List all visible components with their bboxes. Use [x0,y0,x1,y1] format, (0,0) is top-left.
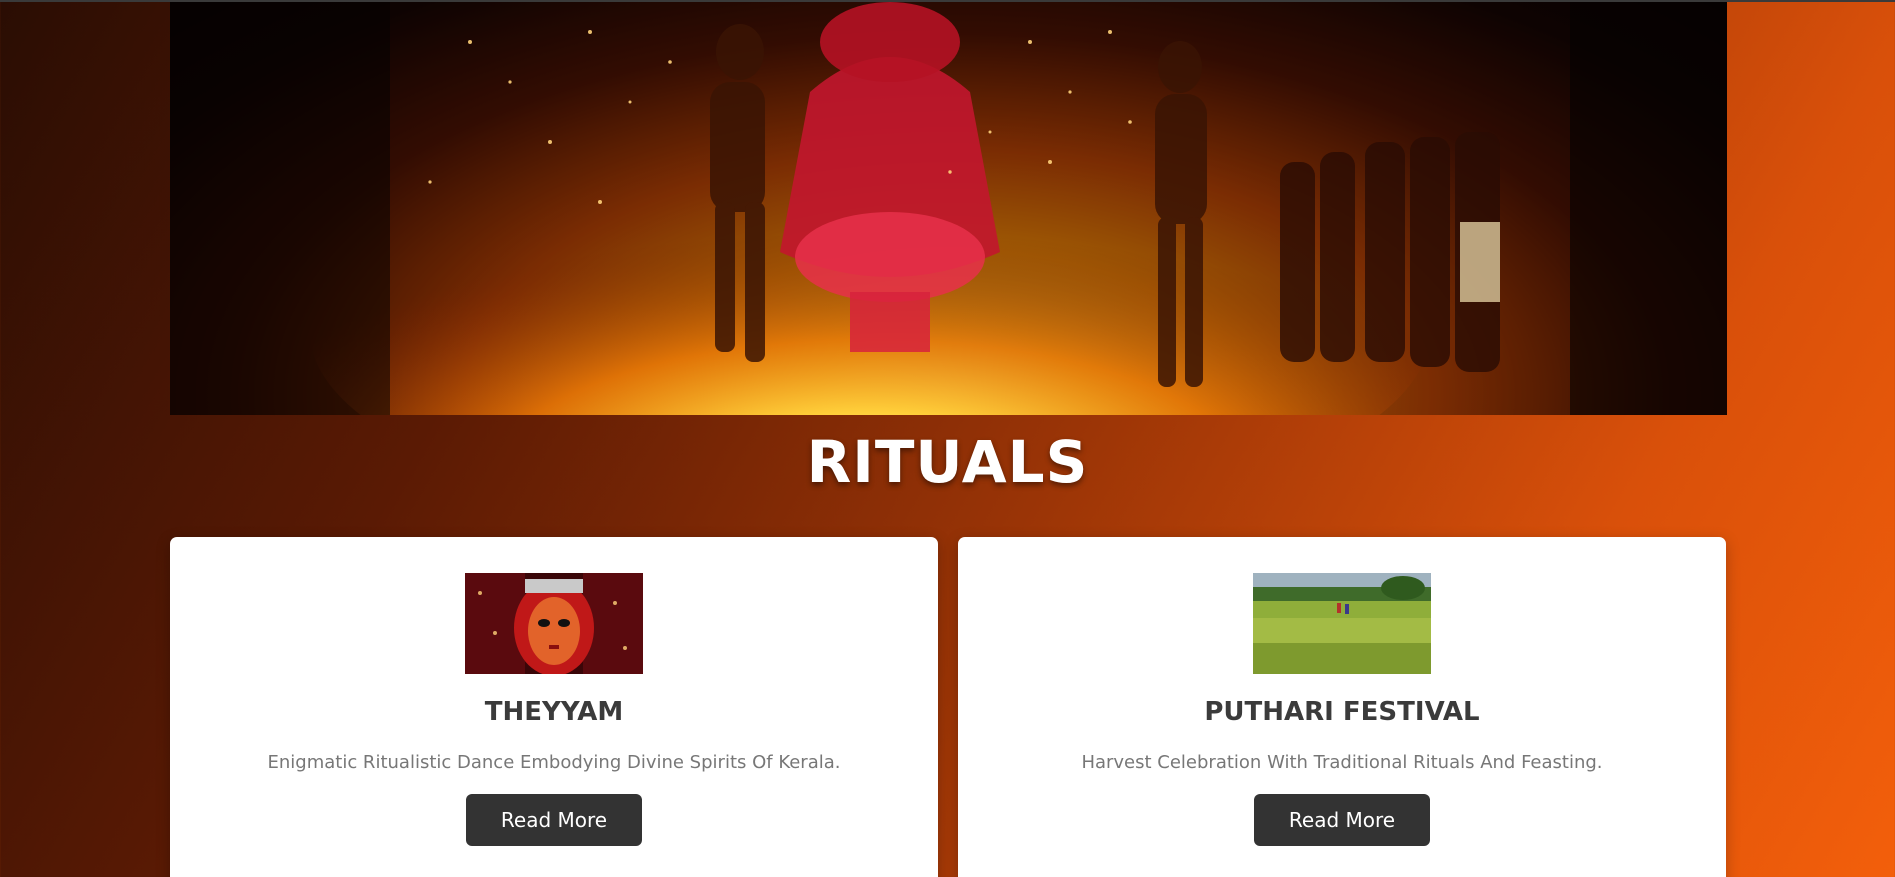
card-image [1253,573,1431,674]
read-more-button[interactable]: Read More [1254,794,1430,846]
card-image [465,573,643,674]
card-title: PUTHARI FESTIVAL [1204,697,1480,727]
paddy-field-photo-icon [1253,573,1431,674]
card-title: THEYYAM [484,697,624,727]
hero-image [170,2,1727,415]
card-description: Enigmatic Ritualistic Dance Embodying Di… [267,752,841,773]
page-title: RITUALS [806,428,1089,496]
read-more-button[interactable]: Read More [466,794,642,846]
ritual-card-theyyam: THEYYAM Enigmatic Ritualistic Dance Embo… [170,537,938,877]
card-description: Harvest Celebration With Traditional Rit… [1081,752,1603,773]
fire-ritual-photo-icon [170,2,1727,415]
theyyam-face-photo-icon [465,573,643,674]
ritual-card-puthari-festival: PUTHARI FESTIVAL Harvest Celebration Wit… [958,537,1726,877]
